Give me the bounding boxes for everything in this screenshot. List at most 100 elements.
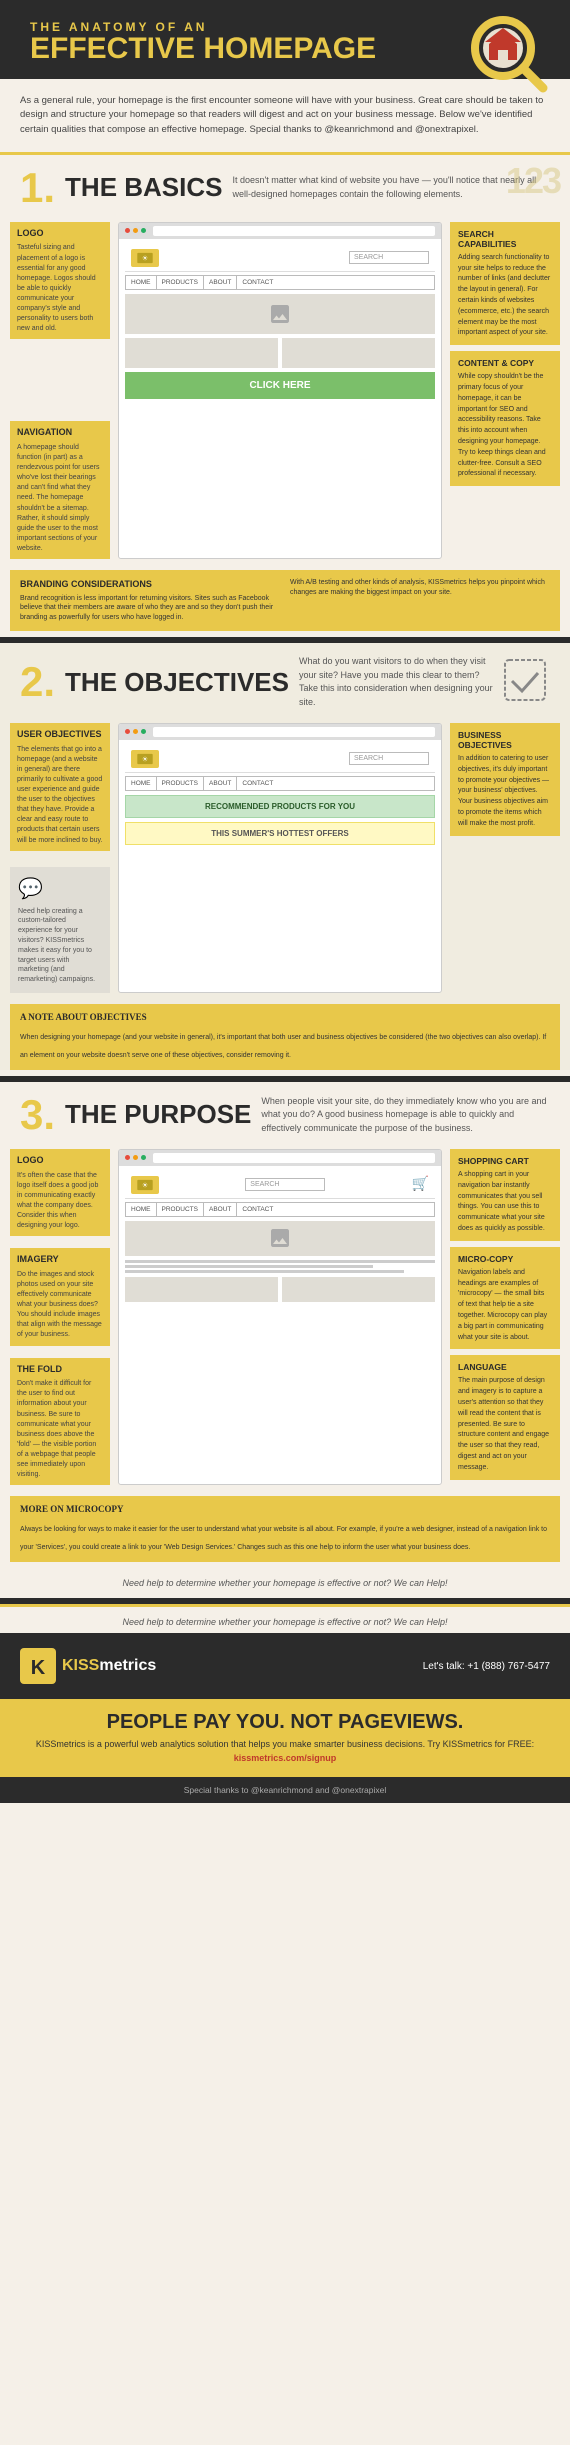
- site-nav-mock-1: HOME PRODUCTS ABOUT CONTACT: [125, 275, 435, 290]
- browser-dot-red: [125, 228, 130, 233]
- mock-s3-col-left: [125, 1277, 278, 1302]
- logo-label-text: Tasteful sizing and placement of a logo …: [17, 244, 96, 332]
- shopping-text: A shopping cart in your navigation bar i…: [458, 1171, 545, 1232]
- section1-title: THE BASICS: [65, 172, 222, 203]
- check-icon: [500, 655, 550, 710]
- browser-bar-3: [119, 1150, 441, 1166]
- nav-products: PRODUCTS: [157, 276, 204, 289]
- microcopy-more-text: Always be looking for ways to make it ea…: [20, 1526, 547, 1551]
- section2: 2. THE OBJECTIVES What do you want visit…: [0, 643, 570, 1070]
- site-logo-mock: ☀: [131, 249, 159, 267]
- s3-text-lines: [125, 1260, 435, 1273]
- microcopy-more-box: MORE ON MICROCOPY Always be looking for …: [10, 1496, 560, 1562]
- search-box-text: Adding search functionality to your site…: [458, 254, 550, 337]
- site-search-mock: SEARCH: [349, 251, 429, 264]
- nav2-contact: CONTACT: [237, 777, 278, 790]
- footer-cta-main: KISSmetrics is a powerful web analytics …: [36, 1739, 534, 1749]
- footer-help: Need help to determine whether your home…: [0, 1604, 570, 1633]
- footer-phone: Let's talk: +1 (888) 767-5477: [423, 1661, 550, 1672]
- text-line-1: [125, 1260, 435, 1263]
- fold-title: THE FOLD: [17, 1364, 103, 1376]
- branding-banner-right: With A/B testing and other kinds of anal…: [290, 578, 550, 623]
- header-line2: EFFECTIVE HOMEPAGE: [30, 34, 540, 64]
- language-text: The main purpose of design and imagery i…: [458, 1377, 549, 1470]
- section2-header: 2. THE OBJECTIVES What do you want visit…: [0, 643, 570, 718]
- s3-logo-title: LOGO: [17, 1155, 103, 1167]
- language-title: LANGUAGE: [458, 1362, 552, 1372]
- nav2-products: PRODUCTS: [157, 777, 204, 790]
- section1-number: 1.: [20, 167, 55, 209]
- mock-col-left: [125, 338, 278, 368]
- kiss-text: KISSmetrics: [62, 1657, 156, 1675]
- note-box-title: A NOTE ABOUT OBJECTIVES: [20, 1012, 550, 1022]
- svg-text:☀: ☀: [142, 1182, 148, 1190]
- nav2-home: HOME: [126, 777, 157, 790]
- browser-bar-2: [119, 724, 441, 740]
- branding-banner-left: BRANDING CONSIDERATIONS Brand recognitio…: [20, 578, 280, 623]
- microcopy-box-right: MICRO-COPY Navigation labels and heading…: [450, 1247, 560, 1350]
- footer-cta-link[interactable]: kissmetrics.com/signup: [234, 1753, 337, 1763]
- need-help-text: Need help creating a custom-tailored exp…: [18, 908, 95, 984]
- browser-url-bar: [153, 226, 435, 236]
- intro-text: As a general rule, your homepage is the …: [20, 94, 550, 137]
- shopping-title: SHOPPING CART: [458, 1156, 552, 1166]
- section3-desc: When people visit your site, do they imm…: [251, 1095, 550, 1136]
- metrics-part: metrics: [99, 1657, 156, 1674]
- content-box: CONTENT & COPY While copy shouldn't be t…: [450, 351, 560, 486]
- offers-block: THIS SUMMER'S HOTTEST OFFERS: [125, 822, 435, 845]
- site-header-mock-1: ☀ SEARCH: [125, 245, 435, 272]
- section1-desc: It doesn't matter what kind of website y…: [223, 174, 551, 201]
- nav2-about: ABOUT: [204, 777, 237, 790]
- business-obj-text: In addition to catering to user objectiv…: [458, 755, 549, 827]
- site-search-mock-3: SEARCH: [245, 1178, 325, 1191]
- business-obj-box: BUSINESS OBJECTIVES In addition to cater…: [450, 723, 560, 836]
- note-box-text: When designing your homepage (and your w…: [20, 1034, 546, 1059]
- browser-content-2: ☀ SEARCH HOME PRODUCTS ABOUT CONTACT REC…: [119, 740, 441, 855]
- search-label: SEARCH: [354, 254, 383, 261]
- browser-dot2-green: [141, 729, 146, 734]
- svg-text:K: K: [31, 1657, 46, 1679]
- search-box: SEARCH CAPABILITIES Adding search functi…: [450, 222, 560, 345]
- navigation-label-box: NAVIGATION A homepage should function (i…: [10, 421, 110, 559]
- nav3-products: PRODUCTS: [157, 1203, 204, 1216]
- search-label-2: SEARCH: [354, 755, 383, 762]
- browser-dot3-red: [125, 1155, 130, 1160]
- browser-bar-1: [119, 223, 441, 239]
- svg-text:☀: ☀: [142, 756, 148, 764]
- mock-s3-col-right: [282, 1277, 435, 1302]
- cta-button[interactable]: CLICK HERE: [125, 372, 435, 399]
- section2-left-labels: USER OBJECTIVES The elements that go int…: [10, 723, 110, 993]
- nav3-home: HOME: [126, 1203, 157, 1216]
- footer-cta-title: PEOPLE PAY YOU. NOT PAGEVIEWS.: [15, 1711, 555, 1734]
- nav-about: ABOUT: [204, 276, 237, 289]
- numbers-deco: 123: [506, 160, 560, 202]
- site-nav-mock-3: HOME PRODUCTS ABOUT CONTACT: [125, 1202, 435, 1217]
- footer-thanks: Special thanks to @keanrichmond and @one…: [0, 1777, 570, 1803]
- browser-content-3: ☀ SEARCH 🛒 HOME PRODUCTS ABOUT CONTACT: [119, 1166, 441, 1311]
- user-obj-label-box: USER OBJECTIVES The elements that go int…: [10, 723, 110, 851]
- section3-right-labels: SHOPPING CART A shopping cart in your na…: [450, 1149, 560, 1485]
- microcopy-more-title: MORE ON MICROCOPY: [20, 1504, 550, 1514]
- imagery-label-box: IMAGERY Do the images and stock photos u…: [10, 1248, 110, 1345]
- fold-text: Don't make it difficult for the user to …: [17, 1380, 96, 1478]
- site-logo-mock-3: ☀: [131, 1176, 159, 1194]
- nav3-about: ABOUT: [204, 1203, 237, 1216]
- section3-title: THE PURPOSE: [65, 1099, 251, 1130]
- footer-main: K KISSmetrics Let's talk: +1 (888) 767-5…: [0, 1633, 570, 1699]
- browser-dot3-green: [141, 1155, 146, 1160]
- section3-need-help: Need help to determine whether your home…: [0, 1568, 570, 1598]
- site-logo-mock-2: ☀: [131, 750, 159, 768]
- section1-content: LOGO Tasteful sizing and placement of a …: [0, 217, 570, 564]
- section3-content: LOGO It's often the case that the logo i…: [0, 1144, 570, 1490]
- note-box: A NOTE ABOUT OBJECTIVES When designing y…: [10, 1004, 560, 1070]
- microcopy-title: MICRO-COPY: [458, 1254, 552, 1264]
- kissmetrics-logo-text: KISSmetrics: [62, 1657, 156, 1675]
- browser-dot-green: [141, 228, 146, 233]
- site-search-mock-2: SEARCH: [349, 752, 429, 765]
- footer-thanks-text: Special thanks to @keanrichmond and @one…: [184, 1785, 386, 1795]
- help-icon: 💬: [18, 875, 102, 903]
- fold-label-box: THE FOLD Don't make it difficult for the…: [10, 1358, 110, 1486]
- section3-number: 3.: [20, 1094, 55, 1136]
- hero-image-block: [125, 294, 435, 334]
- browser-dot2-yellow: [133, 729, 138, 734]
